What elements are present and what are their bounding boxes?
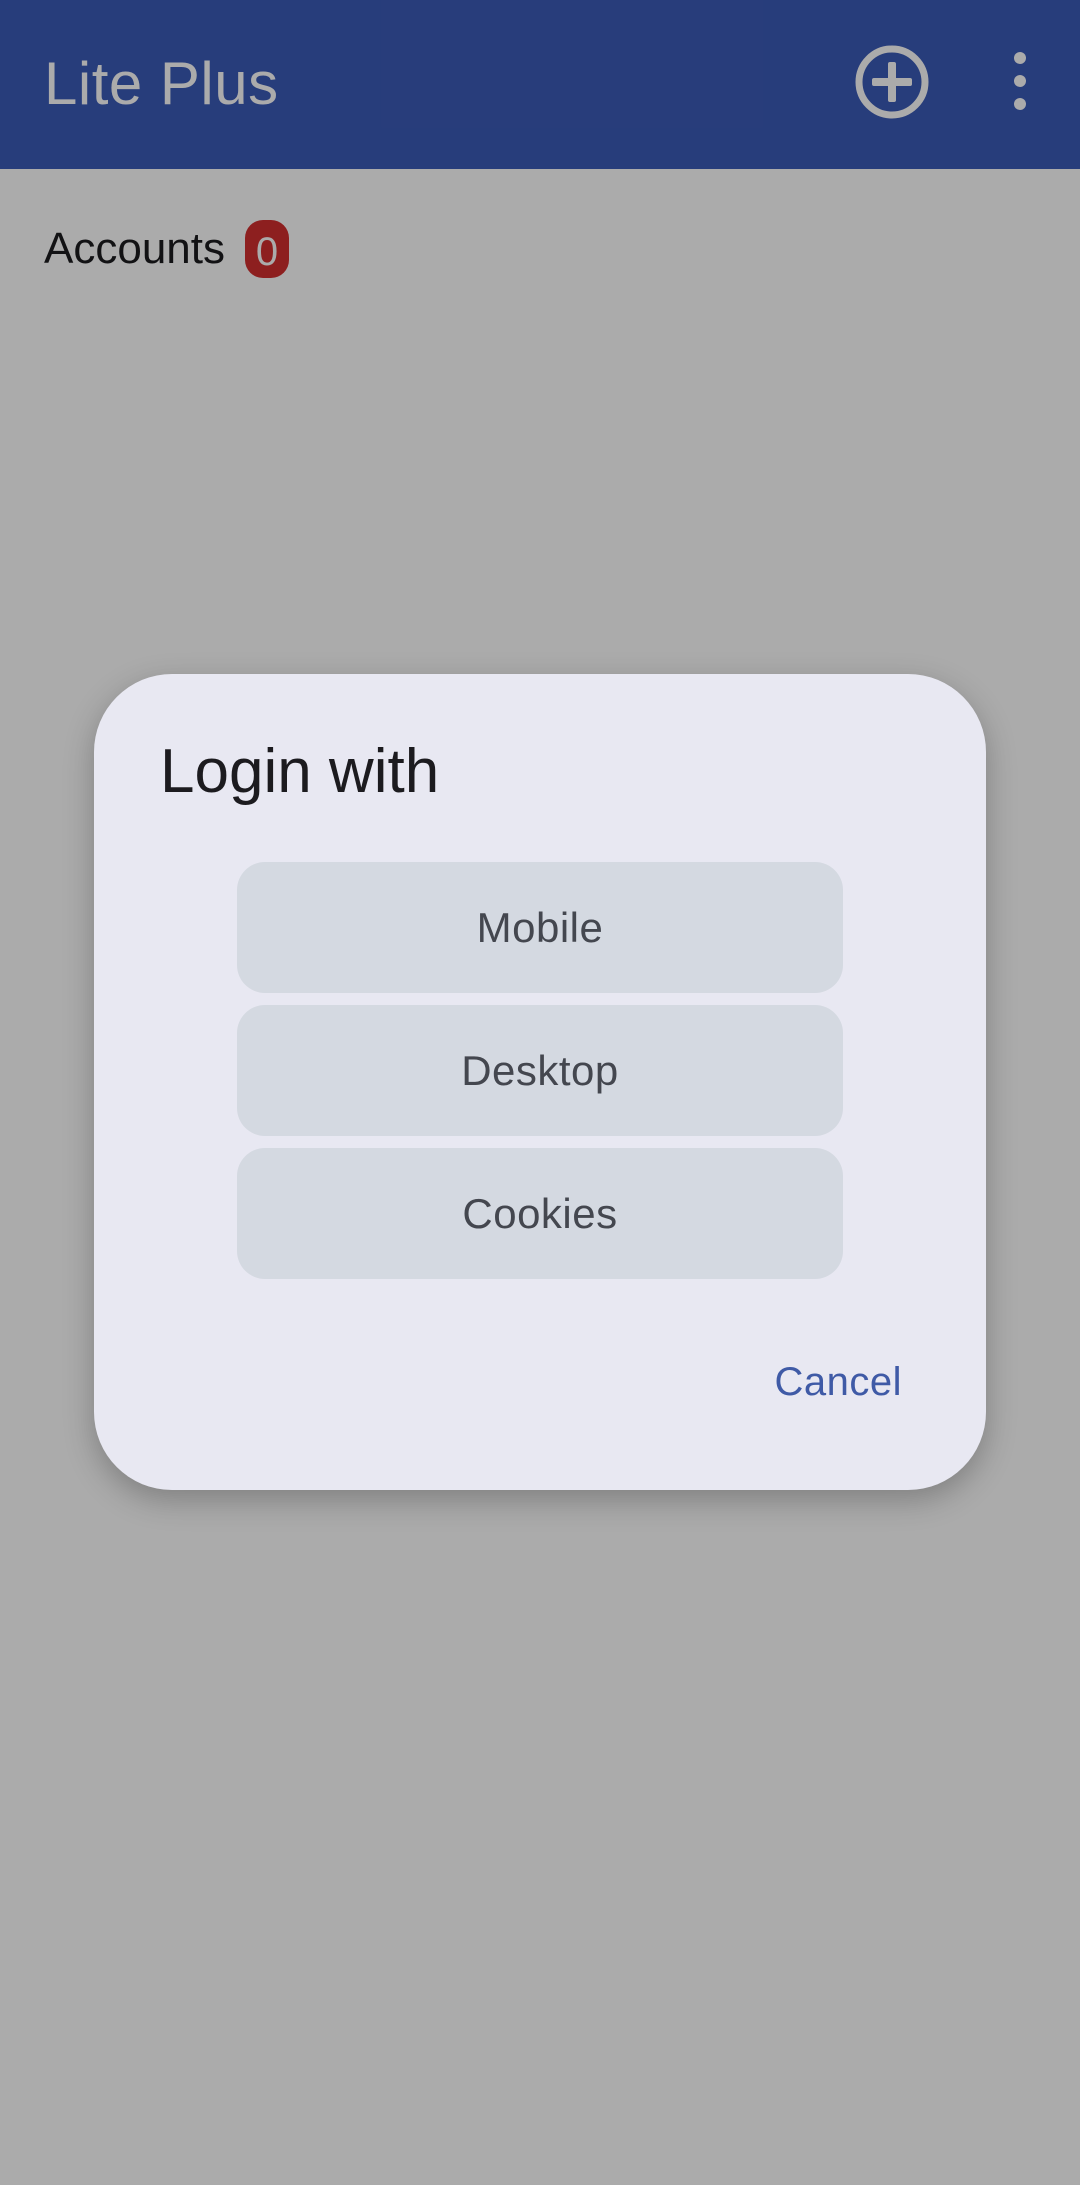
dialog-title: Login with	[160, 737, 440, 806]
login-cookies-button[interactable]: Cookies	[237, 1148, 843, 1279]
cancel-button[interactable]: Cancel	[774, 1352, 902, 1412]
login-dialog: Login with Mobile Desktop Cookies Cancel	[94, 674, 986, 1490]
screen: Lite Plus Accounts 0 Login with Mobile D…	[0, 0, 1080, 2185]
login-desktop-button[interactable]: Desktop	[237, 1005, 843, 1136]
login-mobile-button[interactable]: Mobile	[237, 862, 843, 993]
